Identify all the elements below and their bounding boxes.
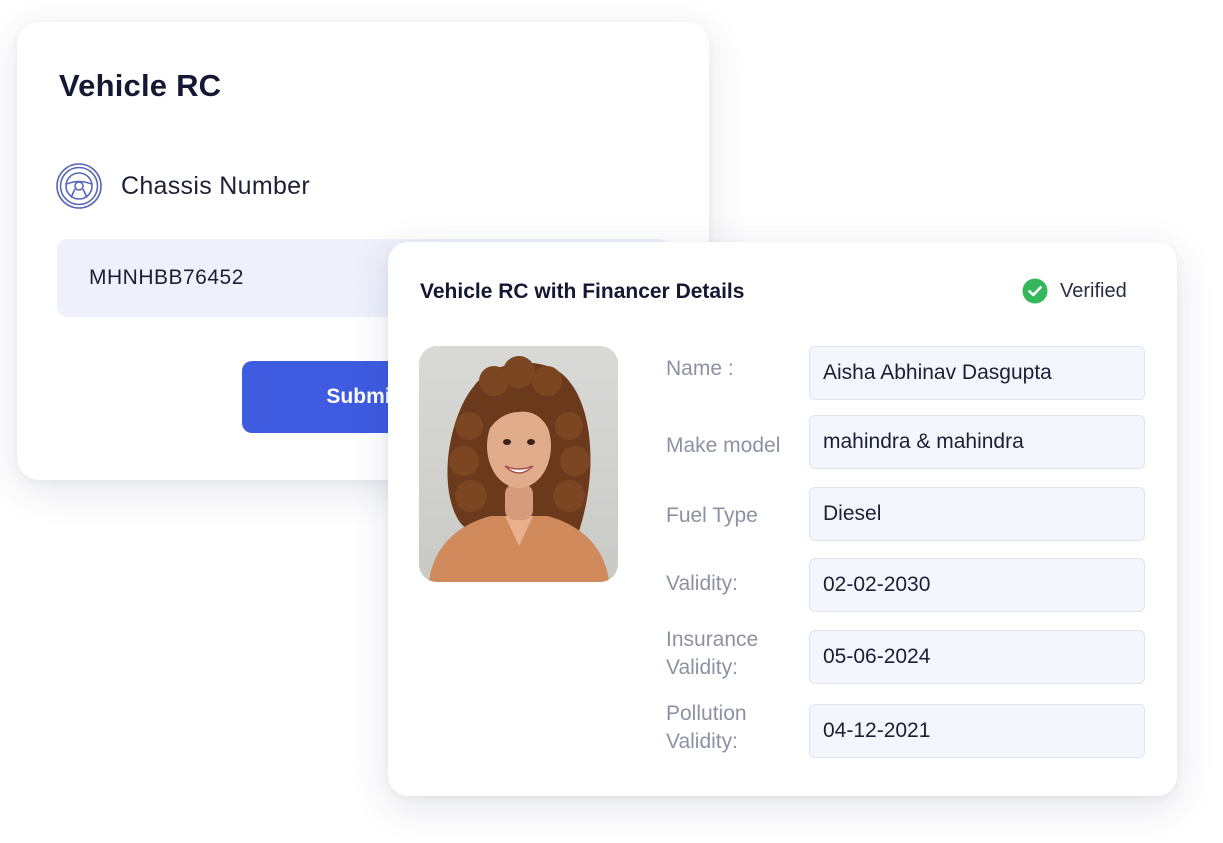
steering-wheel-icon [56,163,102,209]
lookup-card-title: Vehicle RC [59,68,222,103]
detail-label-pollution-validity: Pollution Validity: [666,702,747,753]
check-circle-icon [1022,278,1048,304]
detail-value-pollution-validity: 04-12-2021 [809,704,1145,758]
detail-value-name: Aisha Abhinav Dasgupta [809,346,1145,400]
chassis-field-label: Chassis Number [121,171,310,200]
detail-value-fuel-type: Diesel [809,487,1145,541]
detail-label-insurance-validity: Insurance Validity: [666,628,759,679]
owner-photo [419,346,618,582]
result-card-title: Vehicle RC with Financer Details [420,280,745,303]
vehicle-rc-result-card: Vehicle RC with Financer Details Verifie… [388,242,1177,796]
detail-label-fuel-type: Fuel Type [666,504,758,527]
detail-label-make-model: Make model [666,434,781,457]
detail-value-make-model: mahindra & mahindra [809,415,1145,469]
detail-value-validity: 02-02-2030 [809,558,1145,612]
stage: Vehicle RC Chassis Number MHNHBB76452 Su… [0,0,1223,843]
detail-label-validity: Validity: [666,572,738,595]
detail-value-insurance-validity: 05-06-2024 [809,630,1145,684]
verified-badge: Verified [1022,278,1127,304]
verified-label: Verified [1060,279,1127,302]
chassis-field-label-row: Chassis Number [55,162,310,210]
detail-label-name: Name : [666,357,734,380]
